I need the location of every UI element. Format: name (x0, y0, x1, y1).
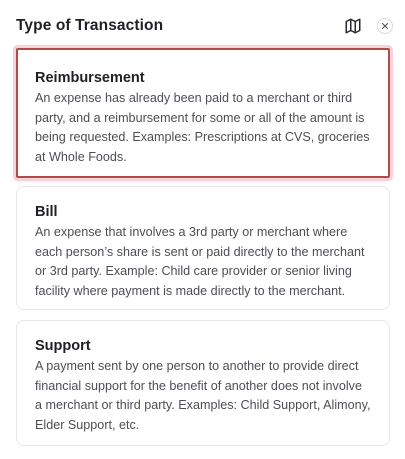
panel-header: Type of Transaction (16, 14, 393, 38)
option-title: Reimbursement (35, 70, 145, 86)
transaction-type-panel: Type of Transaction Reimbursement An exp… (0, 0, 405, 459)
close-icon[interactable] (377, 18, 393, 34)
option-description: A payment sent by one person to another … (35, 359, 371, 432)
option-description: An expense has already been paid to a me… (35, 91, 370, 164)
option-card-bill[interactable]: Bill An expense that involves a 3rd part… (16, 186, 390, 310)
option-card-reimbursement[interactable]: Reimbursement An expense has already bee… (16, 48, 390, 178)
map-icon[interactable] (343, 16, 363, 36)
option-card-support[interactable]: Support A payment sent by one person to … (16, 320, 390, 446)
option-description: An expense that involves a 3rd party or … (35, 225, 365, 298)
option-title: Support (35, 338, 91, 354)
panel-title: Type of Transaction (16, 17, 164, 34)
option-title: Bill (35, 204, 58, 220)
